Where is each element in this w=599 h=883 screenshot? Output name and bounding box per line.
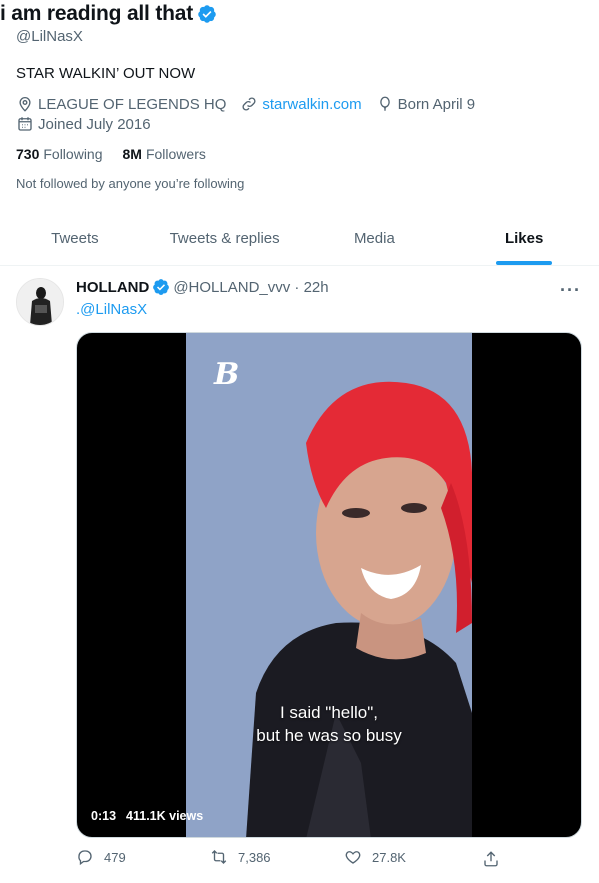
avatar[interactable]	[16, 278, 64, 326]
reply-button[interactable]: 479	[76, 848, 210, 866]
follow-stats: 730 Following 8M Followers	[16, 146, 226, 162]
followers-count: 8M	[122, 146, 142, 162]
website-item[interactable]: starwalkin.com	[240, 95, 362, 113]
balloon-icon	[379, 96, 390, 111]
video-player[interactable]: B I said "hello", but he was so busy 0:1…	[76, 332, 582, 838]
followers-link[interactable]: 8M Followers	[123, 146, 206, 162]
followers-label: Followers	[145, 146, 206, 162]
location-text: LEAGUE OF LEGENDS HQ	[38, 95, 227, 113]
not-followed-note: Not followed by anyone you’re following	[16, 176, 245, 191]
birthday-text: Born April 9	[397, 95, 476, 113]
tab-likes[interactable]: Likes	[449, 214, 599, 265]
video-views: 411.1K views	[126, 809, 204, 823]
verified-badge-icon	[153, 279, 170, 295]
birthday-item: Born April 9	[376, 95, 476, 113]
profile-bio: STAR WALKIN’ OUT NOW	[16, 65, 196, 82]
website-link[interactable]: starwalkin.com	[262, 96, 361, 113]
following-link[interactable]: 730 Following	[16, 146, 103, 162]
like-button[interactable]: 27.8K	[344, 848, 478, 866]
profile-meta-row: LEAGUE OF LEGENDS HQ starwalkin.com Born…	[16, 95, 489, 113]
location-item: LEAGUE OF LEGENDS HQ	[16, 95, 226, 113]
following-label: Following	[43, 146, 103, 162]
share-button[interactable]	[482, 850, 500, 873]
video-duration: 0:13	[91, 809, 117, 823]
profile-tabs: Tweets Tweets & replies Media Likes	[0, 214, 599, 266]
display-name: i am reading all that	[0, 2, 194, 25]
tweet-handle-time[interactable]: @HOLLAND_vvv · 22h	[173, 279, 328, 296]
joined-row: Joined July 2016	[16, 115, 165, 133]
location-pin-icon	[19, 97, 31, 112]
joined-item: Joined July 2016	[16, 115, 151, 133]
calendar-icon	[18, 117, 32, 131]
reply-icon	[78, 850, 92, 866]
tweet-card[interactable]: HOLLAND @HOLLAND_vvv · 22h ··· .@LilNasX…	[0, 266, 599, 883]
tab-media[interactable]: Media	[300, 214, 450, 265]
link-icon	[242, 97, 256, 111]
profile-name: i am reading all that	[0, 2, 217, 26]
profile-handle: @LilNasX	[16, 28, 83, 45]
share-icon	[484, 851, 498, 867]
like-count: 27.8K	[372, 849, 406, 865]
caption-line-2: but he was so busy	[256, 726, 402, 745]
joined-text: Joined July 2016	[38, 115, 151, 133]
retweet-button[interactable]: 7,386	[210, 848, 344, 866]
following-count: 730	[16, 146, 40, 162]
tab-tweets[interactable]: Tweets	[0, 214, 150, 265]
tweet-author[interactable]: HOLLAND	[76, 279, 149, 296]
caption-line-1: I said "hello",	[279, 703, 379, 722]
video-meta: 0:13 411.1K views	[91, 809, 213, 823]
reply-count: 479	[104, 849, 126, 865]
verified-badge-icon	[198, 5, 216, 23]
video-caption: I said "hello", but he was so busy	[186, 701, 472, 747]
video-frame: B I said "hello", but he was so busy	[186, 333, 472, 837]
tweet-text-mention[interactable]: .@LilNasX	[76, 301, 147, 318]
tab-tweets-replies[interactable]: Tweets & replies	[150, 214, 300, 265]
retweet-count: 7,386	[238, 849, 271, 865]
retweet-icon	[211, 850, 227, 864]
video-still-image	[186, 333, 472, 837]
brand-logo: B	[214, 357, 240, 392]
tweet-header: HOLLAND @HOLLAND_vvv · 22h	[76, 278, 329, 296]
tweet-actions: 479 7,386 27.8K	[76, 848, 506, 866]
heart-icon	[345, 851, 361, 864]
more-options-icon[interactable]: ···	[560, 280, 581, 301]
avatar-image	[17, 279, 63, 325]
